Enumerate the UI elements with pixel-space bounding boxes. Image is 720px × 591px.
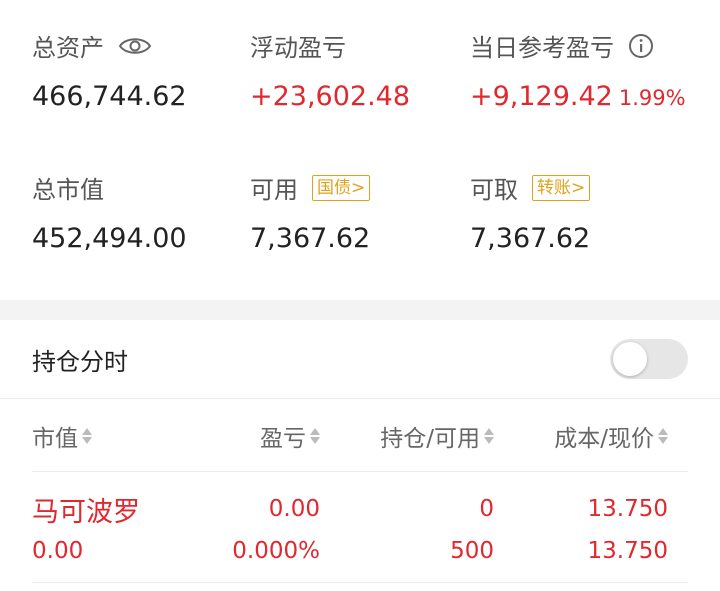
sort-icon <box>310 428 320 444</box>
row-pl: 0.00 <box>268 496 320 522</box>
row-cost: 13.750 <box>587 496 668 522</box>
table-header: 市值 盈亏 持仓/可用 成本/现价 <box>32 399 688 472</box>
header-label: 持仓/可用 <box>380 426 480 452</box>
floating-pl-value: +23,602.48 <box>250 81 411 112</box>
row-position: 0 <box>479 496 494 522</box>
header-position[interactable]: 持仓/可用 <box>380 419 494 453</box>
total-assets-block: 总资产 466,744.62 <box>32 28 187 112</box>
position-timeshare-row: 持仓分时 <box>0 320 720 399</box>
available-label: 可用 <box>250 176 298 204</box>
position-timeshare-label: 持仓分时 <box>32 347 128 376</box>
position-timeshare-toggle[interactable] <box>610 339 688 379</box>
market-value-block: 总市值 452,494.00 <box>32 170 187 254</box>
header-pl[interactable]: 盈亏 <box>260 419 320 453</box>
header-cost-price[interactable]: 成本/现价 <box>554 419 668 453</box>
sort-icon <box>658 428 668 444</box>
daily-pl-value: +9,129.42 <box>470 81 613 112</box>
header-label: 市值 <box>32 426 78 452</box>
available-value: 7,367.62 <box>250 223 371 254</box>
row-available: 500 <box>450 538 494 564</box>
sort-icon <box>82 428 92 444</box>
row-price: 13.750 <box>587 538 668 564</box>
stock-name: 马可波罗 <box>32 497 140 528</box>
section-divider <box>0 300 720 320</box>
floating-pl-label: 浮动盈亏 <box>250 34 346 62</box>
daily-pl-percent: 1.99% <box>618 86 686 110</box>
daily-pl-block: 当日参考盈亏 +9,129.42 1.99% <box>470 28 686 112</box>
market-value-label: 总市值 <box>32 176 104 204</box>
header-label: 成本/现价 <box>554 426 654 452</box>
header-market-value[interactable]: 市值 <box>32 419 92 453</box>
withdrawable-label: 可取 <box>470 176 518 204</box>
floating-pl-block: 浮动盈亏 +23,602.48 <box>250 28 410 112</box>
market-value-value: 452,494.00 <box>32 223 187 254</box>
withdrawable-block: 可取 转账> 7,367.62 <box>470 170 591 254</box>
total-assets-label: 总资产 <box>32 34 104 62</box>
eye-icon[interactable] <box>118 35 152 57</box>
withdrawable-value: 7,367.62 <box>470 223 591 254</box>
table-row[interactable]: 马可波罗 0.00 0.00 0.000% 0 500 13.750 13.75… <box>32 472 688 583</box>
bond-tag-button[interactable]: 国债> <box>312 174 371 201</box>
transfer-tag-button[interactable]: 转账> <box>532 174 591 201</box>
sort-icon <box>484 428 494 444</box>
daily-pl-label: 当日参考盈亏 <box>470 34 614 62</box>
available-block: 可用 国债> 7,367.62 <box>250 170 371 254</box>
asset-summary: 总资产 466,744.62 浮动盈亏 +23,602.48 当日参考盈亏 +9… <box>0 0 720 300</box>
row-pl-percent: 0.000% <box>232 538 320 564</box>
toggle-knob <box>613 342 647 376</box>
info-icon[interactable] <box>628 33 654 59</box>
row-market-value: 0.00 <box>32 538 84 564</box>
header-label: 盈亏 <box>260 426 306 452</box>
total-assets-value: 466,744.62 <box>32 81 187 112</box>
